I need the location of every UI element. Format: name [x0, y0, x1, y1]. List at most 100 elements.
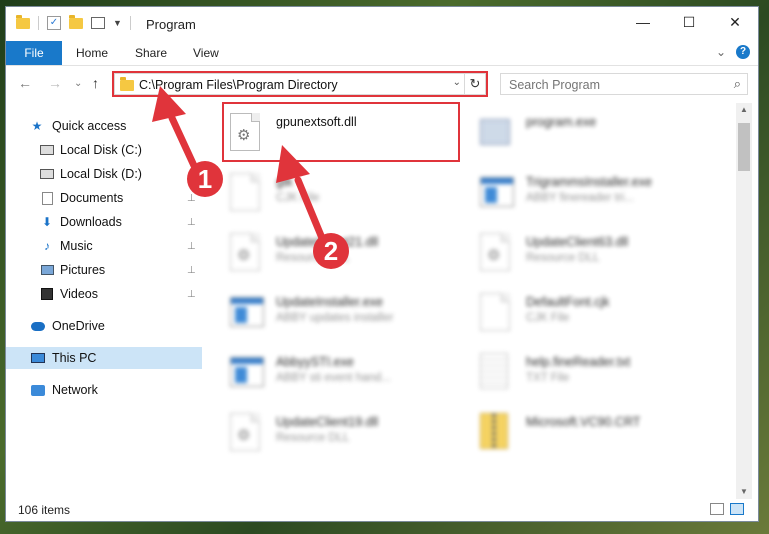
window-title: Program	[146, 17, 196, 32]
text-file-icon	[480, 353, 514, 393]
app-file-icon	[230, 293, 264, 333]
navigation-pane: ★ Quick access Local Disk (C:) Local Dis…	[6, 103, 202, 499]
search-box[interactable]: ⌕	[500, 73, 748, 95]
sidebar-item-label: Documents	[60, 191, 124, 205]
help-icon[interactable]: ?	[736, 45, 750, 59]
file-type: TXT File	[526, 372, 570, 384]
maximize-button[interactable]: ☐	[666, 7, 712, 37]
recent-locations-icon[interactable]: ⌄	[74, 78, 82, 89]
file-name: Microsoft.VC90.CRT	[526, 415, 641, 429]
navigation-bar: ← → ⌄ ↑ C:\Program Files\Program Directo…	[6, 67, 758, 101]
file-type: Resource DLL	[276, 252, 350, 264]
search-input[interactable]	[507, 75, 711, 95]
sidebar-item-network[interactable]: Network	[6, 379, 202, 401]
sidebar-item-quick-access[interactable]: ★ Quick access	[6, 115, 202, 137]
sidebar-item-music[interactable]: ♪ Music ⊥	[6, 235, 202, 257]
file-item[interactable]: gtk CJK File	[210, 167, 450, 221]
drive-icon	[40, 167, 54, 181]
pin-icon[interactable]: ⊥	[187, 265, 196, 276]
music-icon: ♪	[44, 239, 50, 253]
tab-share[interactable]: Share	[135, 41, 167, 65]
tab-view[interactable]: View	[193, 41, 219, 65]
sidebar-item-pictures[interactable]: Pictures ⊥	[6, 259, 202, 281]
new-folder-icon[interactable]	[69, 14, 83, 29]
sidebar-item-label: Network	[52, 383, 98, 397]
sidebar-item-label: Local Disk (D:)	[60, 167, 142, 181]
pin-icon[interactable]: ⊥	[187, 193, 196, 204]
quick-access-toolbar: ✓ ▼	[16, 14, 131, 30]
file-item[interactable]: DefaultFont.cjk CJK File	[460, 287, 700, 341]
back-button[interactable]: ←	[18, 75, 32, 91]
ribbon-tabs: File Home Share View ⌄ ?	[6, 41, 758, 66]
file-item[interactable]: ⚙ UpdateClient19.dll Resource DLL	[210, 407, 450, 461]
file-type: CJK File	[526, 312, 570, 324]
sidebar-item-label: Pictures	[60, 263, 106, 277]
file-type: CJK File	[276, 192, 320, 204]
file-item[interactable]: ⚙ UpdateClient21.dll Resource DLL	[210, 227, 450, 281]
sidebar-item-label: Downloads	[60, 215, 122, 229]
app-file-icon	[480, 173, 514, 213]
vertical-scrollbar[interactable]: ▲ ▼	[736, 103, 752, 499]
sidebar-item-documents[interactable]: Documents ⊥	[6, 187, 202, 209]
close-button[interactable]: ✕	[712, 7, 758, 37]
file-item[interactable]: program.exe	[460, 107, 700, 161]
up-button[interactable]: ↑	[92, 75, 99, 91]
sidebar-item-label: Quick access	[52, 119, 127, 133]
sidebar-item-label: This PC	[52, 351, 97, 365]
file-item[interactable]: ⚙ UpdateClient63.dll Resource DLL	[460, 227, 700, 281]
file-item[interactable]: TrigrammsInstaller.exe ABBY finereader t…	[460, 167, 700, 221]
ribbon-right: ⌄ ?	[716, 45, 750, 59]
scroll-up-icon[interactable]: ▲	[736, 103, 752, 117]
sidebar-item-local-disk-c[interactable]: Local Disk (C:)	[6, 139, 202, 161]
properties-check-icon[interactable]: ✓	[47, 16, 61, 30]
separator	[38, 16, 39, 30]
sidebar-item-local-disk-d[interactable]: Local Disk (D:)	[6, 163, 202, 185]
sidebar-item-this-pc[interactable]: This PC	[6, 347, 202, 369]
search-icon[interactable]: ⌕	[734, 76, 741, 92]
file-name: UpdateInstaller.exe	[276, 295, 384, 309]
item-count: 106 items	[18, 503, 71, 517]
status-bar: 106 items	[6, 499, 758, 521]
file-item[interactable]: help.fineReader.txt TXT File	[460, 347, 700, 401]
file-name: TrigrammsInstaller.exe	[526, 175, 652, 189]
folder-icon	[16, 14, 30, 29]
scroll-thumb[interactable]	[738, 123, 750, 171]
address-highlight-box	[112, 71, 488, 97]
file-name: program.exe	[526, 115, 597, 129]
file-name: UpdateClient21.dll	[276, 235, 379, 249]
explorer-window: ✓ ▼ Program — ☐ ✕ File Home Share View ⌄…	[5, 6, 759, 522]
file-name: help.fineReader.txt	[526, 355, 631, 369]
file-type: ABBY finereader tri...	[526, 192, 634, 204]
pin-icon[interactable]: ⊥	[187, 241, 196, 252]
download-icon: ⬇	[41, 215, 53, 229]
scroll-down-icon[interactable]: ▼	[736, 485, 752, 499]
minimize-button[interactable]: —	[620, 7, 666, 37]
pin-icon[interactable]: ⊥	[187, 217, 196, 228]
forward-button[interactable]: →	[48, 75, 62, 91]
pin-icon[interactable]: ⊥	[187, 289, 196, 300]
chevron-down-icon[interactable]: ▼	[113, 18, 122, 28]
app-file-icon	[230, 353, 264, 393]
blank-file-icon	[230, 173, 264, 213]
tab-file[interactable]: File	[6, 41, 62, 65]
tab-home[interactable]: Home	[76, 41, 108, 65]
title-bar: ✓ ▼ Program — ☐ ✕	[6, 7, 758, 41]
expand-ribbon-icon[interactable]: ⌄	[716, 45, 726, 59]
sidebar-item-downloads[interactable]: ⬇ Downloads ⊥	[6, 211, 202, 233]
file-type: ABBY sti event hand...	[276, 372, 391, 384]
computer-icon	[31, 351, 45, 365]
drive-icon	[40, 143, 54, 157]
dll-file-icon: ⚙	[230, 233, 264, 273]
sidebar-item-videos[interactable]: Videos ⊥	[6, 283, 202, 305]
customize-icon[interactable]	[91, 17, 105, 29]
file-item[interactable]: UpdateInstaller.exe ABBY updates install…	[210, 287, 450, 341]
file-item[interactable]: AbbyySTI.exe ABBY sti event hand...	[210, 347, 450, 401]
large-icons-view-icon[interactable]	[730, 503, 744, 515]
file-list: ⚙ gpunextsoft.dll program.exe gtk CJK Fi…	[210, 103, 736, 499]
sidebar-item-onedrive[interactable]: OneDrive	[6, 315, 202, 337]
sidebar-item-label: Music	[60, 239, 93, 253]
file-name: UpdateClient19.dll	[276, 415, 379, 429]
details-view-icon[interactable]	[710, 503, 724, 515]
file-name: UpdateClient63.dll	[526, 235, 629, 249]
file-item[interactable]: Microsoft.VC90.CRT	[460, 407, 700, 461]
